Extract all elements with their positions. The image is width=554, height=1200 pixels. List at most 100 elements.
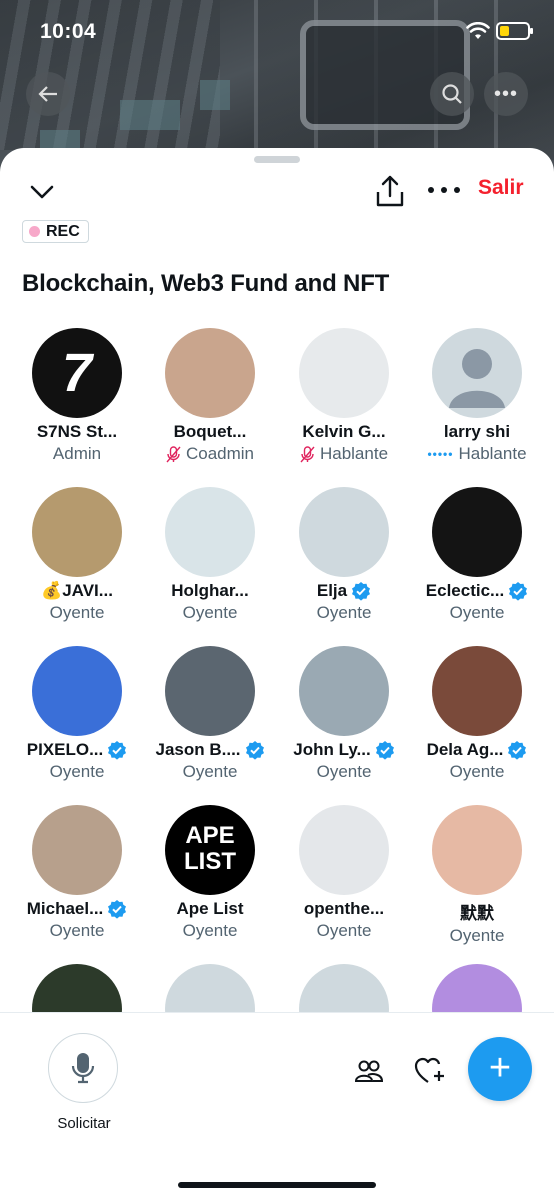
participant-name: Dela Ag... xyxy=(407,740,547,760)
participant-role: Oyente xyxy=(274,603,414,623)
participant-card[interactable]: 💰JAVI... Oyente xyxy=(7,487,147,623)
participant-card[interactable]: APE LIST Ape List Oyente xyxy=(140,805,280,941)
search-button[interactable] xyxy=(430,72,474,116)
avatar[interactable] xyxy=(299,646,389,736)
participant-name: openthe... xyxy=(274,899,414,919)
participant-role-text: Hablante xyxy=(458,444,527,463)
arrow-left-icon xyxy=(38,86,57,102)
participant-role-text: Oyente xyxy=(182,921,238,940)
participant-card[interactable]: Dela Ag... Oyente xyxy=(407,646,547,782)
participant-role: Oyente xyxy=(407,762,547,782)
rec-dot-icon xyxy=(29,226,40,237)
more-options-icon[interactable] xyxy=(428,178,460,202)
participant-card[interactable]: Jason B.... Oyente xyxy=(140,646,280,782)
participant-card[interactable]: Kelvin G... Hablante xyxy=(274,328,414,464)
avatar[interactable] xyxy=(165,328,255,418)
avatar[interactable] xyxy=(32,646,122,736)
participant-name: S7NS St... xyxy=(7,422,147,442)
participant-role: Oyente xyxy=(7,762,147,782)
participant-name: John Ly... xyxy=(274,740,414,760)
participant-name-text: Ape List xyxy=(176,899,244,918)
participant-role-text: Oyente xyxy=(449,926,505,945)
home-indicator xyxy=(178,1182,376,1188)
back-button[interactable] xyxy=(26,72,70,116)
avatar[interactable] xyxy=(165,646,255,736)
avatar[interactable] xyxy=(299,328,389,418)
participant-card[interactable]: Elja Oyente xyxy=(274,487,414,623)
participant-name-text: openthe... xyxy=(303,899,385,918)
chevron-down-icon[interactable] xyxy=(28,178,56,206)
avatar[interactable] xyxy=(32,487,122,577)
avatar[interactable]: APE LIST xyxy=(165,805,255,895)
participant-card[interactable]: openthe... Oyente xyxy=(274,805,414,941)
verified-badge-icon xyxy=(245,741,264,760)
participant-name-text: Eclectic... xyxy=(425,581,505,600)
participant-name-text: Boquet... xyxy=(173,422,247,441)
avatar[interactable] xyxy=(432,487,522,577)
participant-name-text: Jason B.... xyxy=(155,740,241,759)
participant-card[interactable]: 7 S7NS St... Admin xyxy=(7,328,147,464)
participant-role-text: Oyente xyxy=(316,603,372,622)
recording-badge: REC xyxy=(22,220,89,243)
participant-name-text: Dela Ag... xyxy=(426,740,504,759)
muted-mic-icon xyxy=(166,445,181,462)
participant-role: Oyente xyxy=(7,921,147,941)
participant-card[interactable]: larry shi ••••• Hablante xyxy=(407,328,547,464)
participant-name-text: John Ly... xyxy=(293,740,371,759)
participant-name-text: Kelvin G... xyxy=(302,422,386,441)
sheet-grabber[interactable] xyxy=(254,156,300,163)
participant-role-text: Oyente xyxy=(49,921,105,940)
avatar[interactable] xyxy=(299,487,389,577)
participant-role-text: Oyente xyxy=(449,762,505,781)
participant-role-text: Oyente xyxy=(182,603,238,622)
verified-badge-icon xyxy=(375,741,394,760)
share-icon[interactable] xyxy=(374,174,406,208)
participant-name: 默默 xyxy=(407,899,547,924)
participant-role: Oyente xyxy=(140,762,280,782)
participant-card[interactable]: Michael... Oyente xyxy=(7,805,147,941)
add-button[interactable]: + xyxy=(468,1037,532,1101)
participant-role: Admin xyxy=(7,444,147,464)
avatar[interactable] xyxy=(32,805,122,895)
people-icon[interactable] xyxy=(354,1059,384,1083)
participant-role-text: Hablante xyxy=(319,444,389,463)
participant-card[interactable]: 默默 Oyente xyxy=(407,805,547,946)
participant-role: Oyente xyxy=(7,603,147,623)
participant-name: Michael... xyxy=(7,899,147,919)
more-options-background-button[interactable]: ••• xyxy=(484,72,528,116)
search-icon xyxy=(442,84,462,104)
participant-role-text: Admin xyxy=(52,444,102,463)
avatar[interactable] xyxy=(165,487,255,577)
avatar[interactable] xyxy=(299,805,389,895)
participant-role: Oyente xyxy=(274,762,414,782)
avatar[interactable] xyxy=(432,646,522,736)
participant-role: Oyente xyxy=(140,603,280,623)
participant-card[interactable]: Boquet... Coadmin xyxy=(140,328,280,464)
battery-icon xyxy=(496,22,533,40)
participant-name: Holghar... xyxy=(140,581,280,601)
leave-button[interactable]: Salir xyxy=(478,176,524,200)
verified-badge-icon xyxy=(508,741,527,760)
participant-role: Oyente xyxy=(140,921,280,941)
participant-name: larry shi xyxy=(407,422,547,442)
avatar[interactable]: 7 xyxy=(32,328,122,418)
rec-label: REC xyxy=(46,222,80,240)
space-title: Blockchain, Web3 Fund and NFT xyxy=(22,270,390,297)
muted-mic-icon xyxy=(300,445,315,462)
participant-role-text: Oyente xyxy=(182,762,238,781)
participant-card[interactable]: PIXELO... Oyente xyxy=(7,646,147,782)
heart-plus-icon[interactable] xyxy=(414,1057,446,1085)
avatar[interactable] xyxy=(432,805,522,895)
participant-card[interactable]: John Ly... Oyente xyxy=(274,646,414,782)
participant-card[interactable]: Holghar... Oyente xyxy=(140,487,280,623)
participant-role-text: Oyente xyxy=(449,603,505,622)
participant-name-text: S7NS St... xyxy=(36,422,118,441)
request-to-speak-button[interactable] xyxy=(48,1033,118,1103)
verified-badge-icon xyxy=(108,900,127,919)
participant-name-text: Elja xyxy=(316,581,348,600)
participant-role: Coadmin xyxy=(140,444,280,464)
participant-card[interactable]: Eclectic... Oyente xyxy=(407,487,547,623)
participant-name-text: 💰JAVI... xyxy=(41,581,113,600)
avatar[interactable] xyxy=(432,328,522,418)
participant-name: Boquet... xyxy=(140,422,280,442)
